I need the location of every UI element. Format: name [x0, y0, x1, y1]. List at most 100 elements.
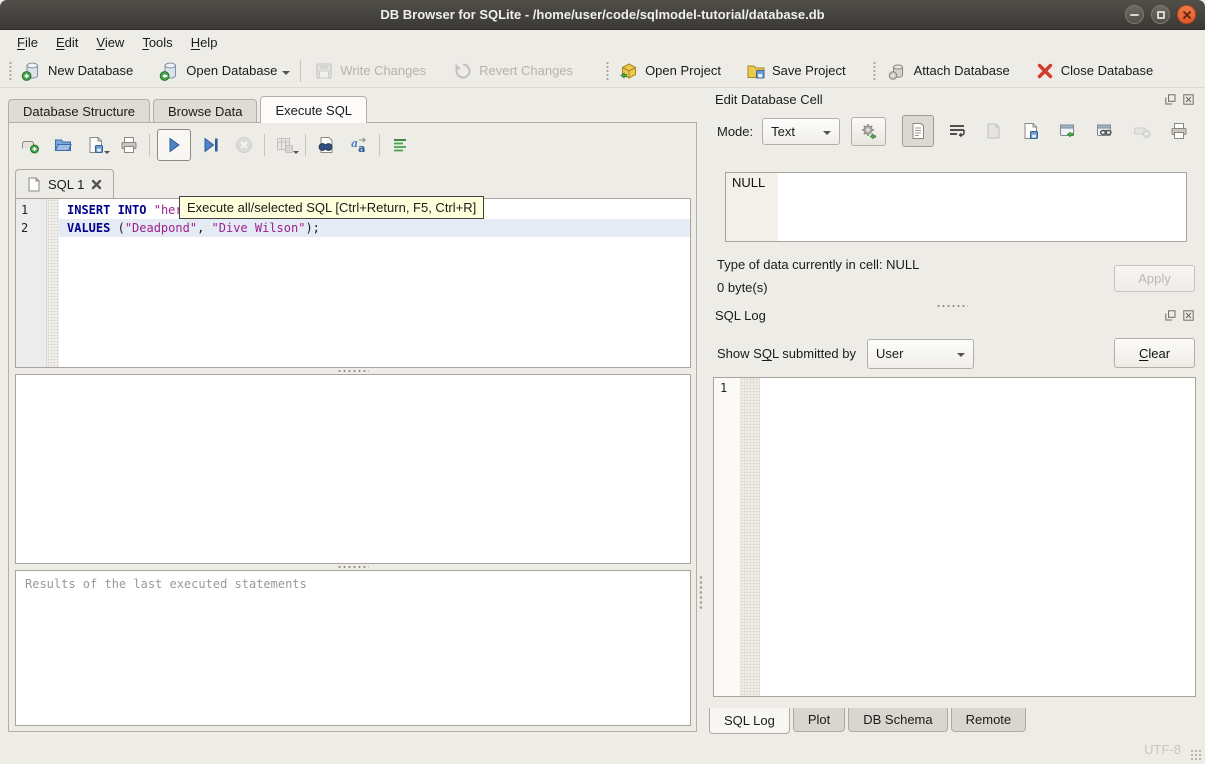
clear-log-button[interactable]: Clear [1114, 338, 1195, 368]
sql-toolbar-separator [305, 134, 306, 156]
menu-view[interactable]: View [87, 32, 133, 53]
float-icon [1165, 94, 1176, 105]
revert-changes-button[interactable]: Revert Changes [452, 60, 573, 82]
open-in-editor-button[interactable] [980, 117, 1008, 145]
bottom-tab-remote[interactable]: Remote [951, 708, 1027, 732]
dock-area: Edit Database Cell Mode: [705, 90, 1199, 738]
code-area: INSERT INTO "hero" ("name", "secret_name… [59, 199, 690, 367]
save-sql-file-button[interactable] [83, 132, 109, 158]
word-wrap-button[interactable] [943, 117, 971, 145]
close-button[interactable] [1177, 5, 1196, 24]
cell-editor-toolbar [902, 115, 1193, 147]
splitter-dots [337, 565, 369, 569]
combo-arrow-icon [957, 353, 965, 361]
close-dock-icon [1183, 310, 1194, 321]
set-null-button[interactable] [1128, 117, 1156, 145]
open-file-gray-icon [984, 121, 1004, 141]
main-tab-widget: Database StructureBrowse DataExecute SQL [8, 96, 697, 732]
bottom-tab-plot[interactable]: Plot [793, 708, 845, 732]
export-data-button[interactable] [1054, 117, 1082, 145]
write-changes-button[interactable]: Write Changes [313, 60, 426, 82]
save-results-caret [293, 151, 299, 157]
menu-help[interactable]: Help [182, 32, 227, 53]
tab-browse-data[interactable]: Browse Data [153, 99, 257, 123]
find-button[interactable] [313, 132, 339, 158]
close-icon [1182, 10, 1192, 20]
toolbar-drag-handle[interactable] [872, 61, 877, 81]
new-database-button[interactable]: New Database [21, 60, 133, 82]
results-grid-pane[interactable] [15, 374, 691, 564]
attach-database-icon [887, 60, 909, 82]
find-icon [316, 135, 336, 155]
auto-switch-mode-button[interactable] [851, 117, 886, 146]
import-data-button[interactable] [1017, 117, 1045, 145]
tab-execute-sql[interactable]: Execute SQL [260, 96, 367, 123]
sql-editor-tab[interactable]: SQL 1 [15, 169, 114, 198]
sql-log-view[interactable]: 1 [713, 377, 1196, 697]
sql-log-title: SQL Log [715, 308, 766, 323]
save-results-button[interactable] [272, 132, 298, 158]
mode-label: Mode: [717, 124, 753, 139]
tab-database-structure[interactable]: Database Structure [8, 99, 150, 123]
format-sql-button[interactable]: a a [346, 132, 372, 158]
toggle-results-button[interactable] [387, 132, 413, 158]
execute-all-button[interactable] [157, 129, 191, 161]
open-sql-file-button[interactable] [50, 132, 76, 158]
save-dropdown-caret [104, 151, 110, 157]
apply-button[interactable]: Apply [1114, 265, 1195, 292]
sql-toolbar-separator [149, 134, 150, 156]
close-database-icon [1034, 60, 1056, 82]
close-tab-icon[interactable] [91, 179, 102, 190]
fold-margin [47, 199, 59, 367]
minimize-icon [1130, 14, 1139, 16]
resize-grip[interactable] [1190, 749, 1202, 761]
menu-tools[interactable]: Tools [133, 32, 181, 53]
execute-line-button[interactable] [198, 132, 224, 158]
bottom-tab-sql-log[interactable]: SQL Log [709, 708, 790, 734]
code-line: VALUES ("Deadpond", "Dive Wilson"); [59, 219, 690, 237]
main-toolbar: New Database Open Database Write Changes [0, 54, 1205, 88]
link-window-icon [1095, 121, 1115, 141]
close-database-button[interactable]: Close Database [1034, 60, 1154, 82]
float-dock-button[interactable] [1164, 93, 1177, 106]
new-sql-tab-button[interactable] [17, 132, 43, 158]
menu-file[interactable]: File [8, 32, 47, 53]
float-dock-button[interactable] [1164, 309, 1177, 322]
open-project-button[interactable]: Open Project [618, 60, 721, 82]
sql-log-filter-row: Show SQL submitted by User Clear [717, 338, 1195, 369]
gear-import-icon [859, 121, 879, 141]
sql-editor[interactable]: 12 INSERT INTO "hero" ("name", "secret_n… [15, 198, 691, 368]
maximize-button[interactable] [1151, 5, 1170, 24]
panel-splitter[interactable] [699, 575, 703, 609]
attach-database-button[interactable]: Attach Database [887, 60, 1010, 82]
submitted-by-combobox[interactable]: User [867, 339, 974, 369]
save-project-button[interactable]: Save Project [745, 60, 846, 82]
bottom-tab-db-schema[interactable]: DB Schema [848, 708, 947, 732]
sql-toolbar: a a [17, 128, 413, 162]
sql-editor-tab-bar: SQL 1 [15, 169, 690, 198]
copy-link-button[interactable] [1091, 117, 1119, 145]
close-dock-button[interactable] [1182, 93, 1195, 106]
open-database-dropdown[interactable] [282, 71, 290, 79]
menu-edit[interactable]: Edit [47, 32, 87, 53]
print-cell-button[interactable] [1165, 117, 1193, 145]
menubar: FileEditViewToolsHelp [0, 30, 1205, 54]
stop-execution-button[interactable] [231, 132, 257, 158]
sql-document-icon [27, 177, 41, 192]
print-sql-button[interactable] [116, 132, 142, 158]
toolbar-drag-handle[interactable] [605, 61, 610, 81]
results-message-area[interactable]: Results of the last executed statements [15, 570, 691, 726]
sql-toolbar-separator [264, 134, 265, 156]
toolbar-drag-handle[interactable] [8, 61, 13, 81]
cell-edit-area[interactable] [778, 173, 1186, 241]
filter-label: Show SQL submitted by [717, 346, 856, 361]
minimize-button[interactable] [1125, 5, 1144, 24]
svg-text:a: a [358, 142, 365, 155]
close-dock-button[interactable] [1182, 309, 1195, 322]
cell-value-editor[interactable]: NULL [725, 172, 1187, 242]
stop-icon [234, 135, 254, 155]
text-mode-button[interactable] [902, 115, 934, 147]
statusbar: UTF-8 [0, 738, 1205, 764]
open-database-button[interactable]: Open Database [159, 60, 290, 82]
mode-combobox[interactable]: Text [762, 118, 840, 145]
